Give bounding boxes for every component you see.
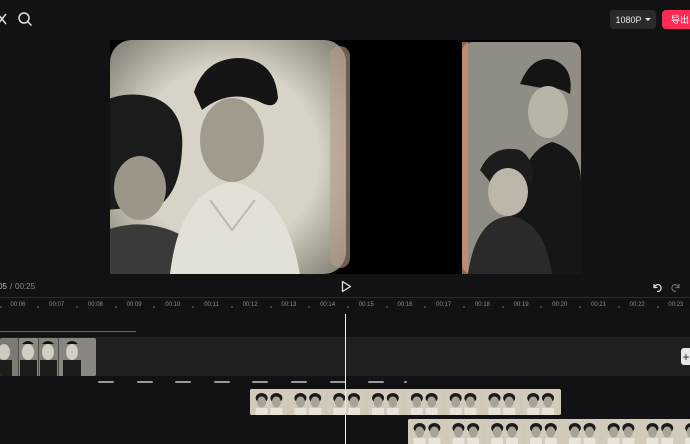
thumbnail-frame	[250, 389, 288, 415]
search-icon[interactable]	[17, 11, 33, 27]
top-bar: 1080P 导出	[0, 0, 690, 38]
thumbnail-frame	[640, 419, 679, 444]
ruler-label: 00:17	[436, 302, 452, 308]
ruler-dot	[346, 306, 349, 308]
ruler-label: 00:22	[629, 302, 645, 308]
ruler-dot	[308, 306, 311, 308]
ruler-dot	[385, 306, 388, 308]
add-label: +	[682, 349, 690, 364]
playhead[interactable]	[345, 314, 346, 444]
ruler-label: 00:23	[668, 302, 684, 308]
ruler-label: 00:21	[590, 302, 607, 308]
strip-thumbnails	[408, 419, 690, 444]
thumbnail-frame	[366, 389, 405, 415]
thumbnail-frame	[679, 419, 690, 444]
video-preview[interactable]	[110, 40, 581, 274]
ruler-dot	[424, 306, 427, 308]
ruler-dot	[617, 306, 620, 308]
resolution-dropdown[interactable]: 1080P	[610, 10, 656, 29]
ruler-dot	[501, 306, 504, 308]
thumbnail-frame	[521, 389, 560, 415]
caption-segment[interactable]	[175, 381, 192, 383]
ruler-dot	[540, 306, 543, 308]
add-clip-button[interactable]: +	[681, 348, 690, 365]
caption-segment[interactable]	[98, 381, 114, 383]
ruler-dot	[114, 306, 117, 308]
ruler-dot	[37, 306, 40, 308]
play-icon[interactable]	[340, 280, 352, 293]
strip-thumbnails	[250, 389, 561, 415]
caption-track[interactable]	[96, 380, 426, 386]
ruler-dot	[579, 306, 582, 308]
resolution-label: 1080P	[615, 14, 642, 25]
ruler-label: 00:16	[397, 302, 413, 308]
caption-segment[interactable]	[329, 381, 346, 383]
export-button[interactable]: 导出	[662, 10, 690, 29]
ruler-label: 00:19	[513, 302, 529, 308]
ruler-label: 00:20	[552, 302, 568, 308]
ruler-dot	[463, 306, 466, 308]
caption-segment[interactable]	[213, 381, 230, 383]
ruler-dot	[230, 306, 233, 308]
ruler-label: 00:13	[281, 302, 297, 308]
ruler-label: 00:18	[474, 302, 490, 308]
caption-segment[interactable]	[136, 381, 153, 383]
clip-thumbnails	[0, 338, 96, 376]
ruler-dot	[269, 306, 272, 308]
redo-icon[interactable]	[670, 281, 682, 293]
undo-icon[interactable]	[651, 281, 663, 293]
thumbnail-frame	[524, 419, 563, 444]
ruler-label: 00:09	[126, 302, 142, 308]
ruler-label: 00:10	[165, 302, 181, 308]
ruler-dot	[0, 306, 2, 308]
ruler-label: 00:14	[320, 302, 336, 308]
ruler-dot	[153, 306, 156, 308]
thumbnail-frame	[482, 389, 521, 415]
ruler-dot	[656, 306, 659, 308]
thumbnail-frame	[327, 389, 366, 415]
ruler-dot	[76, 306, 79, 308]
progress-line	[0, 331, 136, 332]
thumbnail-frame	[560, 389, 561, 415]
thumbnail-frame	[444, 389, 482, 415]
preview-photo-couple-right	[462, 42, 581, 274]
thumbnail-frame	[408, 419, 446, 444]
preview-photo-couple-left	[110, 40, 350, 274]
thumbnail-frame	[602, 419, 640, 444]
time-separator: /	[10, 282, 13, 291]
ruler-label: 00:07	[49, 302, 65, 308]
ruler-label: 00:06	[10, 302, 26, 308]
overlay-clip-1[interactable]	[250, 389, 561, 415]
ruler-label: 00:15	[358, 302, 374, 308]
panel-divider	[0, 297, 690, 298]
thumbnail-frame	[563, 419, 601, 444]
thumbnail-frame	[405, 389, 443, 415]
timeline-ruler[interactable]: 00:06 00:07 00:08 00:09 00:10 00:11 00:12 00:13…	[0, 300, 690, 314]
ruler-dot	[192, 306, 195, 308]
ruler-label: 00:11	[204, 302, 219, 308]
chevron-down-icon	[644, 18, 651, 21]
total-time: 00:25	[15, 282, 36, 291]
caption-segment[interactable]	[368, 381, 385, 383]
playback-bar: 05 / 00:25	[0, 278, 690, 296]
current-time: 05	[0, 282, 7, 291]
ruler-label: 00:12	[242, 302, 258, 308]
caption-segment[interactable]	[252, 381, 269, 383]
ruler-label: 00:08	[87, 302, 103, 308]
thumbnail-frame	[446, 419, 485, 444]
close-icon[interactable]	[0, 12, 8, 26]
caption-segment[interactable]	[291, 381, 307, 383]
main-video-clip[interactable]	[0, 338, 96, 376]
overlay-clip-2[interactable]	[408, 419, 690, 444]
caption-segment[interactable]	[404, 381, 407, 383]
thumbnail-frame	[485, 419, 524, 444]
export-label: 导出	[671, 15, 690, 25]
thumbnail-frame	[288, 389, 327, 415]
